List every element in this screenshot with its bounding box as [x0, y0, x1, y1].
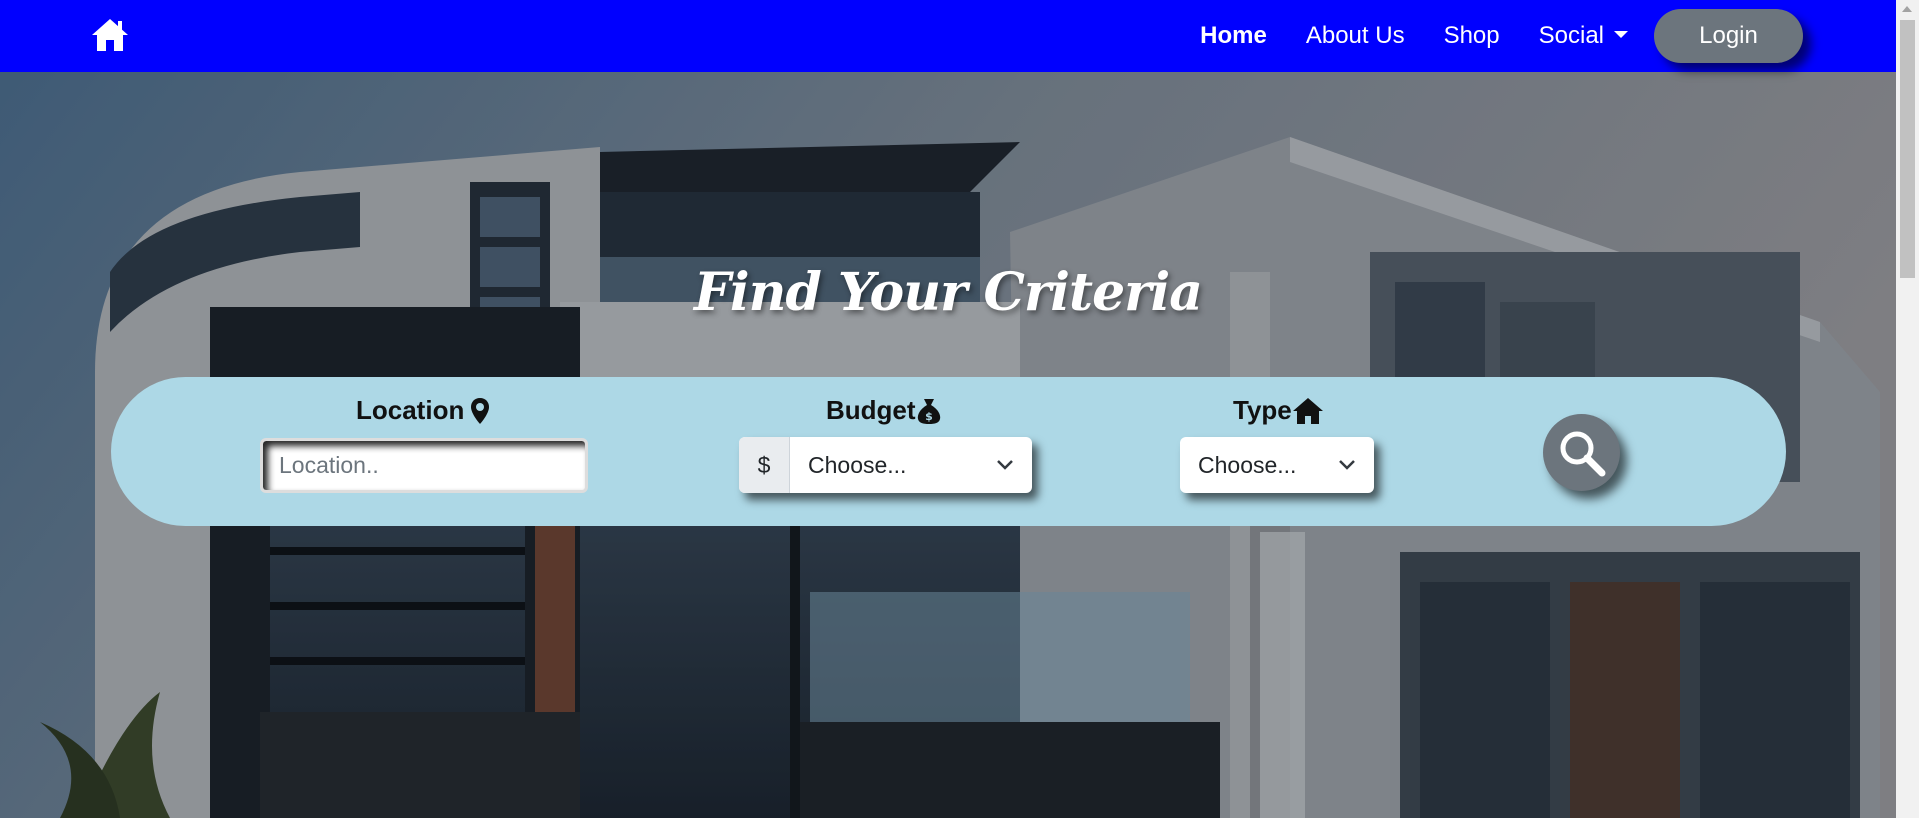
home-icon	[1292, 397, 1323, 424]
navbar: Home About Us Shop Social Login	[0, 0, 1896, 72]
location-input[interactable]	[260, 438, 588, 493]
budget-select-value: Choose...	[808, 451, 907, 478]
scroll-up-arrow-icon[interactable]	[1902, 6, 1912, 12]
page-scrollbar[interactable]	[1896, 0, 1919, 818]
budget-prefix: $	[739, 437, 790, 493]
chevron-down-icon	[1339, 460, 1355, 470]
map-marker-icon	[471, 397, 490, 424]
location-label: Location	[356, 395, 465, 425]
search-button[interactable]	[1543, 414, 1620, 491]
type-select[interactable]: Choose...	[1180, 437, 1374, 493]
search-icon	[1560, 431, 1605, 476]
budget-label-group: Budget $	[826, 395, 942, 426]
hero-title: Find Your Criteria	[693, 262, 1203, 323]
budget-label: Budget	[826, 395, 916, 425]
money-bag-icon: $	[917, 398, 940, 424]
type-select-value: Choose...	[1198, 451, 1297, 478]
search-panel: Location Budget $ $ Choose... Type Choos…	[111, 377, 1786, 526]
chevron-down-icon	[997, 460, 1013, 470]
location-label-group: Location	[356, 395, 490, 426]
type-label: Type	[1233, 395, 1292, 425]
caret-down-icon	[1614, 30, 1628, 38]
login-button[interactable]: Login	[1654, 9, 1803, 63]
social-dropdown[interactable]: Social	[1539, 22, 1628, 50]
nav-link-shop[interactable]: Shop	[1444, 22, 1500, 50]
home-icon[interactable]	[91, 17, 129, 53]
nav-links: Home About Us Shop Social Login	[1200, 0, 1896, 72]
type-label-group: Type	[1233, 395, 1324, 426]
budget-select[interactable]: Choose...	[790, 437, 1032, 493]
nav-link-about-us[interactable]: About Us	[1306, 22, 1405, 50]
scrollbar-thumb[interactable]	[1900, 20, 1915, 278]
svg-text:$: $	[925, 410, 933, 423]
budget-input-group: $ Choose...	[739, 437, 1032, 493]
social-dropdown-label: Social	[1538, 22, 1604, 49]
nav-link-home[interactable]: Home	[1200, 22, 1267, 50]
